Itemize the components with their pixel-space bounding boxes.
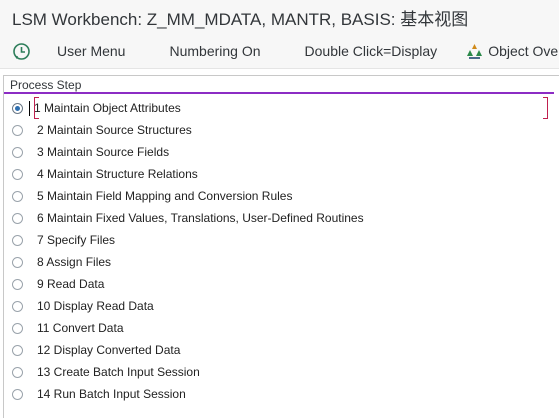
numbering-on-button[interactable]: Numbering On <box>169 34 260 68</box>
process-step-label: 10 Display Read Data <box>37 299 154 313</box>
object-overview-button[interactable]: Object Overv <box>466 34 559 68</box>
process-step-radio[interactable] <box>12 190 23 202</box>
process-step-row[interactable]: 5 Maintain Field Mapping and Conversion … <box>12 185 292 207</box>
focus-bracket-right <box>543 97 548 119</box>
process-step-radio[interactable] <box>12 322 23 334</box>
execute-clock-icon <box>13 42 30 60</box>
double-click-display-button[interactable]: Double Click=Display <box>305 34 438 68</box>
process-step-radio[interactable] <box>12 212 23 224</box>
process-step-row[interactable]: 3 Maintain Source Fields <box>12 141 169 163</box>
process-step-label: 2 Maintain Source Structures <box>37 123 192 137</box>
process-step-radio[interactable] <box>12 388 23 400</box>
process-step-label: 12 Display Converted Data <box>37 343 181 357</box>
process-step-row[interactable]: 13 Create Batch Input Session <box>12 361 200 383</box>
process-step-row[interactable]: 6 Maintain Fixed Values, Translations, U… <box>12 207 364 229</box>
process-step-label: 6 Maintain Fixed Values, Translations, U… <box>37 211 364 225</box>
numbering-on-label: Numbering On <box>169 43 261 59</box>
process-step-divider <box>4 92 554 94</box>
process-step-radio[interactable] <box>12 366 23 378</box>
focus-bracket-left <box>34 97 39 119</box>
window-title-bar: LSM Workbench: Z_MM_MDATA, MANTR, BASIS:… <box>0 0 559 34</box>
process-step-label: 5 Maintain Field Mapping and Conversion … <box>37 189 293 203</box>
process-step-radio[interactable] <box>12 124 23 136</box>
process-step-radio[interactable] <box>12 146 23 158</box>
user-menu-label: User Menu <box>57 43 126 59</box>
process-step-row[interactable]: 12 Display Converted Data <box>12 339 180 361</box>
process-step-row[interactable]: 8 Assign Files <box>12 251 111 273</box>
process-step-label: 1 Maintain Object Attributes <box>34 101 181 115</box>
process-step-title: Process Step <box>10 78 82 92</box>
process-step-radio[interactable] <box>12 102 23 114</box>
process-step-radio[interactable] <box>12 278 23 290</box>
process-step-label: 8 Assign Files <box>37 255 112 269</box>
process-step-row[interactable]: 9 Read Data <box>12 273 104 295</box>
process-step-radio[interactable] <box>12 234 23 246</box>
process-step-radio[interactable] <box>12 168 23 180</box>
process-step-radio[interactable] <box>12 344 23 356</box>
process-step-label: 4 Maintain Structure Relations <box>37 167 198 181</box>
user-menu-button[interactable]: User Menu <box>57 34 125 68</box>
window-title: LSM Workbench: Z_MM_MDATA, MANTR, BASIS:… <box>12 9 469 29</box>
double-click-display-label: Double Click=Display <box>304 43 438 59</box>
process-step-label: 7 Specify Files <box>37 233 116 247</box>
process-step-label: 13 Create Batch Input Session <box>37 365 200 379</box>
object-overview-label: Object Overv <box>488 43 559 59</box>
process-step-label: 11 Convert Data <box>37 321 124 335</box>
process-step-label: 9 Read Data <box>37 277 105 291</box>
process-step-row[interactable]: 7 Specify Files <box>12 229 115 251</box>
process-step-row[interactable]: 10 Display Read Data <box>12 295 154 317</box>
application-toolbar: User Menu Numbering On Double Click=Disp… <box>0 34 559 69</box>
process-step-label: 3 Maintain Source Fields <box>37 145 170 159</box>
process-step-row[interactable]: 14 Run Batch Input Session <box>12 383 186 405</box>
process-step-row[interactable]: 11 Convert Data <box>12 317 124 339</box>
text-cursor <box>29 100 30 116</box>
process-step-radio[interactable] <box>12 300 23 312</box>
process-step-radio[interactable] <box>12 256 23 268</box>
object-overview-icon <box>467 43 483 59</box>
process-step-label: 14 Run Batch Input Session <box>37 387 186 401</box>
execute-button[interactable] <box>12 34 31 68</box>
process-step-row[interactable]: 4 Maintain Structure Relations <box>12 163 198 185</box>
process-step-row[interactable]: 2 Maintain Source Structures <box>12 119 192 141</box>
